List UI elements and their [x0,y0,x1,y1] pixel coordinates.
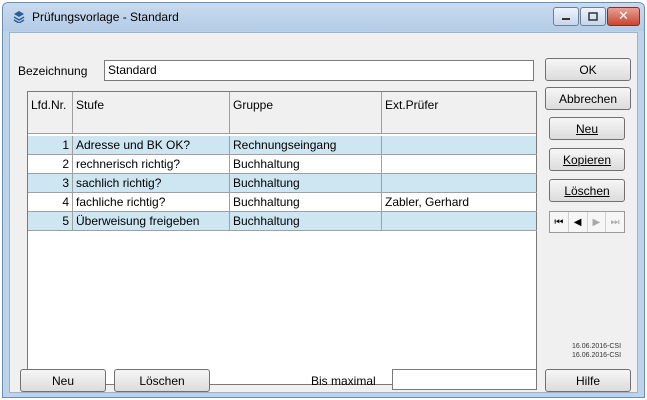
delete-button[interactable]: Löschen [549,179,625,202]
dialog-content: Bezeichnung Standard Lfd.Nr. Stufe Grupp… [9,32,638,393]
cell-stufe: Adresse und BK OK? [73,136,230,155]
remove-row-button[interactable]: Löschen [114,369,210,392]
cell-stufe: sachlich richtig? [73,174,230,193]
cell-gruppe: Buchhaltung [230,174,382,193]
last-record-icon[interactable]: ⏭ [606,212,624,232]
maximize-button[interactable] [580,7,606,26]
col-header-extpruefer[interactable]: Ext.Prüfer [382,92,537,134]
dialog-window: Prüfungsvorlage - Standard ✕ Bezeichnung… [2,2,645,398]
help-button[interactable]: Hilfe [545,369,631,392]
bis-maximal-input[interactable] [392,369,537,390]
table-row[interactable]: 2 rechnerisch richtig? Buchhaltung [28,155,537,174]
bis-maximal-label: Bis maximal [311,374,376,388]
cell-extpruefer: Zabler, Gerhard [382,193,537,212]
cell-extpruefer [382,174,537,193]
first-record-icon[interactable]: ⏮ [550,212,569,232]
delete-button-label: Löschen [564,183,610,198]
cell-extpruefer [382,212,537,231]
cell-stufe: rechnerisch richtig? [73,155,230,174]
cell-lfdnr: 2 [28,155,73,174]
col-header-stufe[interactable]: Stufe [73,92,230,134]
cell-gruppe: Rechnungseingang [230,136,382,155]
version-stamp: 16.06.2016-CSI [572,343,622,350]
close-icon: ✕ [618,9,629,24]
record-navigator: ⏮ ◀ ▶ ⏭ [549,211,625,233]
cell-extpruefer [382,136,537,155]
table-row[interactable]: 5 Überweisung freigeben Buchhaltung [28,212,537,231]
col-header-lfdnr[interactable]: Lfd.Nr. [28,92,73,134]
cell-lfdnr: 3 [28,174,73,193]
window-title: Prüfungsvorlage - Standard [32,10,179,24]
bezeichnung-label: Bezeichnung [18,64,88,78]
cell-gruppe: Buchhaltung [230,155,382,174]
cancel-button[interactable]: Abbrechen [545,87,631,110]
col-header-gruppe[interactable]: Gruppe [230,92,382,134]
copy-button-label: Kopieren [562,152,612,167]
minimize-icon [562,17,570,20]
cell-lfdnr: 4 [28,193,73,212]
new-button[interactable]: Neu [549,117,625,140]
ok-button[interactable]: OK [545,58,631,81]
close-button[interactable]: ✕ [607,7,640,26]
app-icon [13,11,25,23]
title-bar[interactable]: Prüfungsvorlage - Standard ✕ [3,3,644,31]
minimize-button[interactable] [553,7,579,26]
copy-button[interactable]: Kopieren [549,148,625,171]
table-row[interactable]: 3 sachlich richtig? Buchhaltung [28,174,537,193]
bezeichnung-input[interactable]: Standard [104,60,534,81]
table-row[interactable]: 1 Adresse und BK OK? Rechnungseingang [28,136,537,155]
cell-lfdnr: 1 [28,136,73,155]
cell-gruppe: Buchhaltung [230,212,382,231]
cell-lfdnr: 5 [28,212,73,231]
maximize-icon [588,12,598,21]
next-record-icon[interactable]: ▶ [588,212,607,232]
add-row-button[interactable]: Neu [20,369,106,392]
cell-stufe: fachliche richtig? [73,193,230,212]
pruefstufen-grid[interactable]: Lfd.Nr. Stufe Gruppe Ext.Prüfer 1 Adress… [27,91,537,385]
table-row[interactable]: 4 fachliche richtig? Buchhaltung Zabler,… [28,193,537,212]
cell-gruppe: Buchhaltung [230,193,382,212]
cell-stufe: Überweisung freigeben [73,212,230,231]
grid-header: Lfd.Nr. Stufe Gruppe Ext.Prüfer [28,92,536,134]
previous-record-icon[interactable]: ◀ [569,212,588,232]
cell-extpruefer [382,155,537,174]
new-button-label: Neu [575,121,598,136]
version-stamp: 16.06.2016-CSI [572,352,622,359]
